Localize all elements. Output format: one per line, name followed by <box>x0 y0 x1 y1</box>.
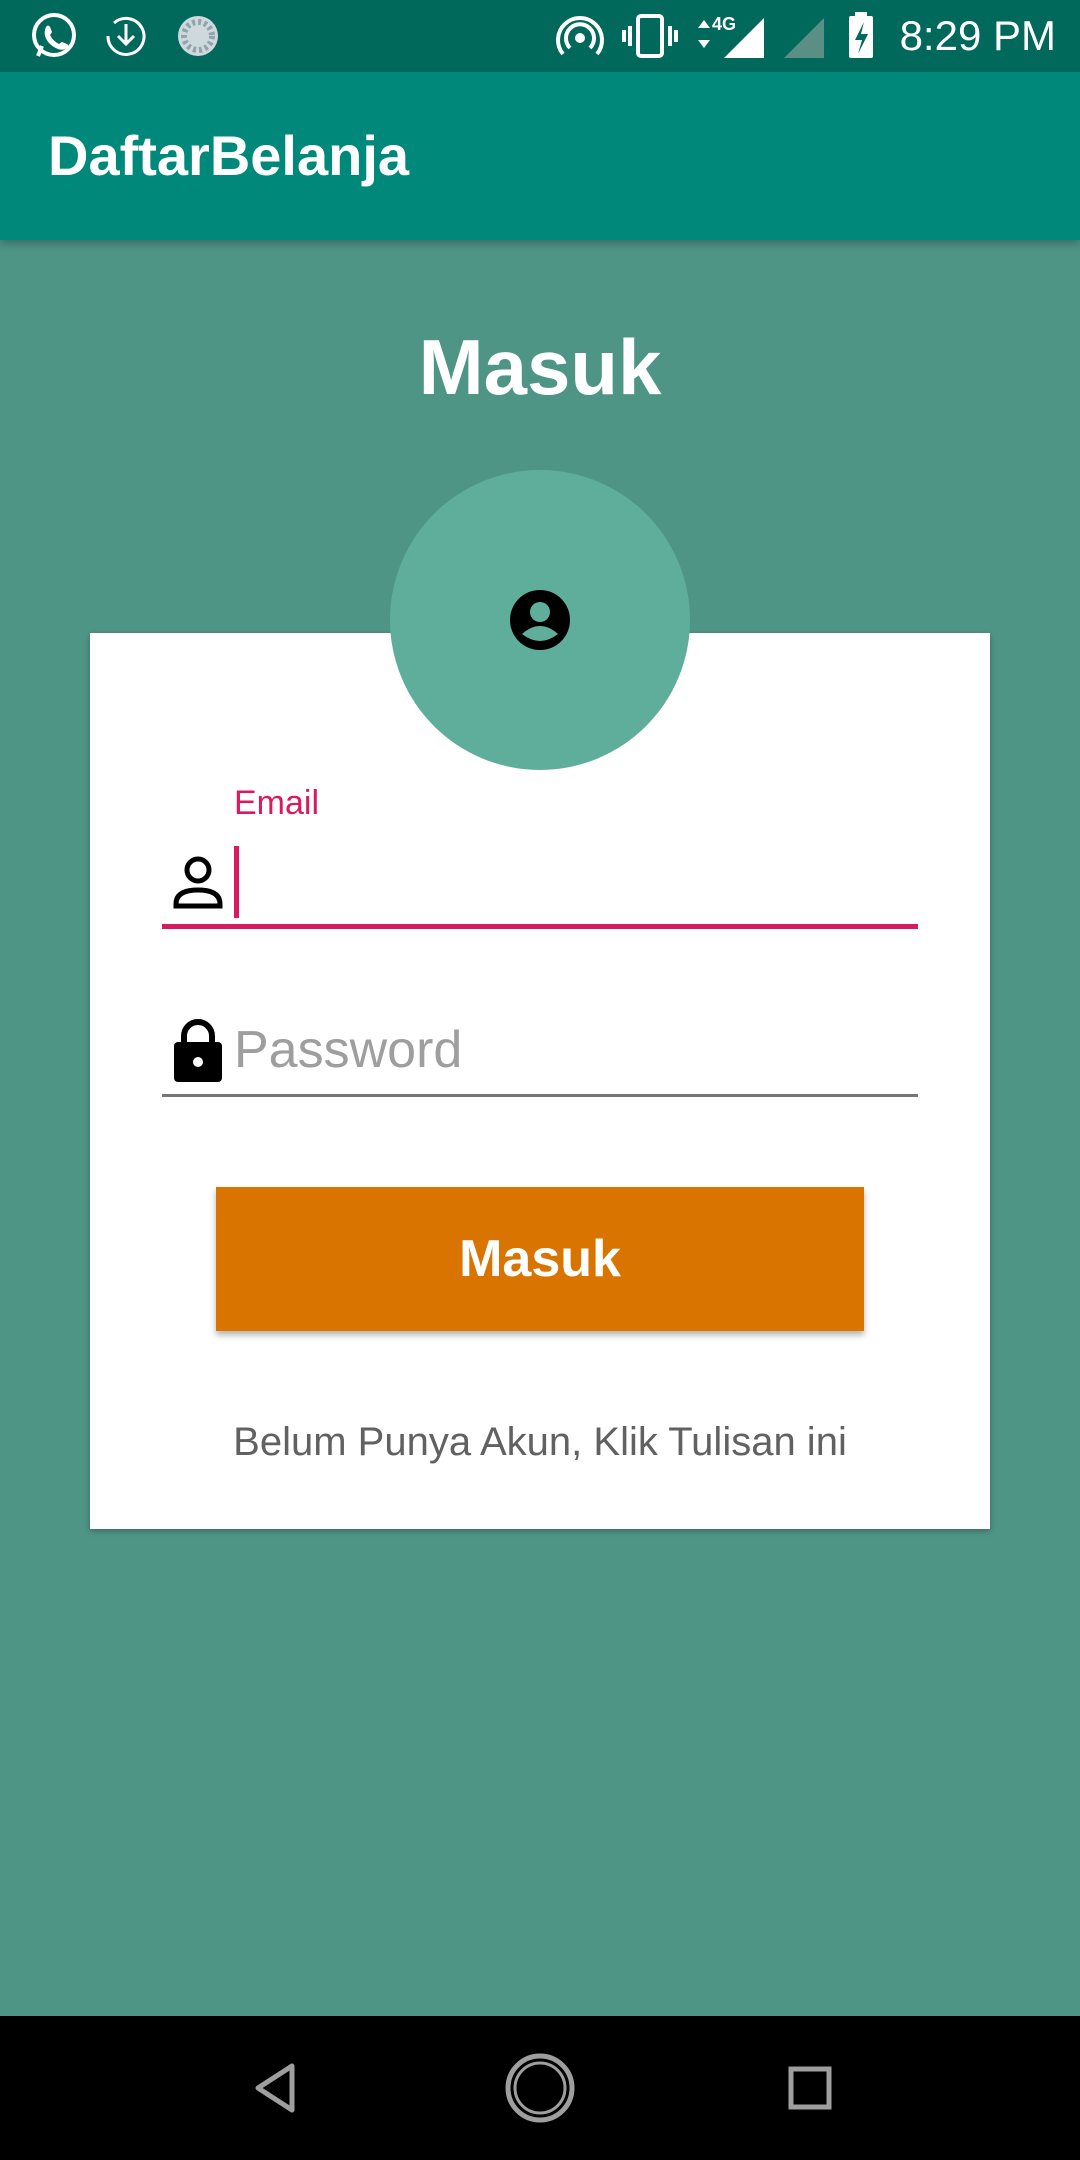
back-icon[interactable] <box>240 2052 312 2129</box>
vibrate-icon <box>622 10 678 67</box>
svg-text:4G: 4G <box>712 14 736 34</box>
hotspot-icon <box>554 10 606 67</box>
recents-icon[interactable] <box>774 2052 846 2129</box>
password-field[interactable] <box>162 1010 918 1100</box>
login-button[interactable]: Masuk <box>216 1187 864 1331</box>
text-cursor <box>234 846 239 918</box>
password-input[interactable] <box>234 1010 914 1090</box>
avatar <box>390 470 690 770</box>
page-title: Masuk <box>418 323 662 411</box>
signal-icon <box>780 10 828 67</box>
navigation-bar <box>0 2016 1080 2160</box>
4g-signal-icon: 4G <box>690 10 770 67</box>
password-underline <box>162 1094 918 1097</box>
whatsapp-icon <box>28 10 80 67</box>
loading-icon <box>172 10 224 67</box>
home-icon[interactable] <box>502 2052 578 2129</box>
app-title: DaftarBelanja <box>48 124 410 187</box>
register-link[interactable]: Belum Punya Akun, Klik Tulisan ini <box>0 1418 1080 1466</box>
email-input[interactable] <box>246 844 906 920</box>
lock-icon <box>172 1016 224 1089</box>
status-bar: 4G 8:29 PM <box>0 0 1080 72</box>
battery-charging-icon <box>846 10 876 67</box>
download-icon <box>100 10 152 67</box>
email-field[interactable] <box>162 840 918 932</box>
account-circle-icon <box>508 588 572 657</box>
person-icon <box>172 854 224 915</box>
email-label: Email <box>234 784 320 822</box>
email-underline <box>162 924 918 929</box>
status-time: 8:29 PM <box>899 12 1056 59</box>
app-bar: DaftarBelanja <box>0 72 1080 240</box>
